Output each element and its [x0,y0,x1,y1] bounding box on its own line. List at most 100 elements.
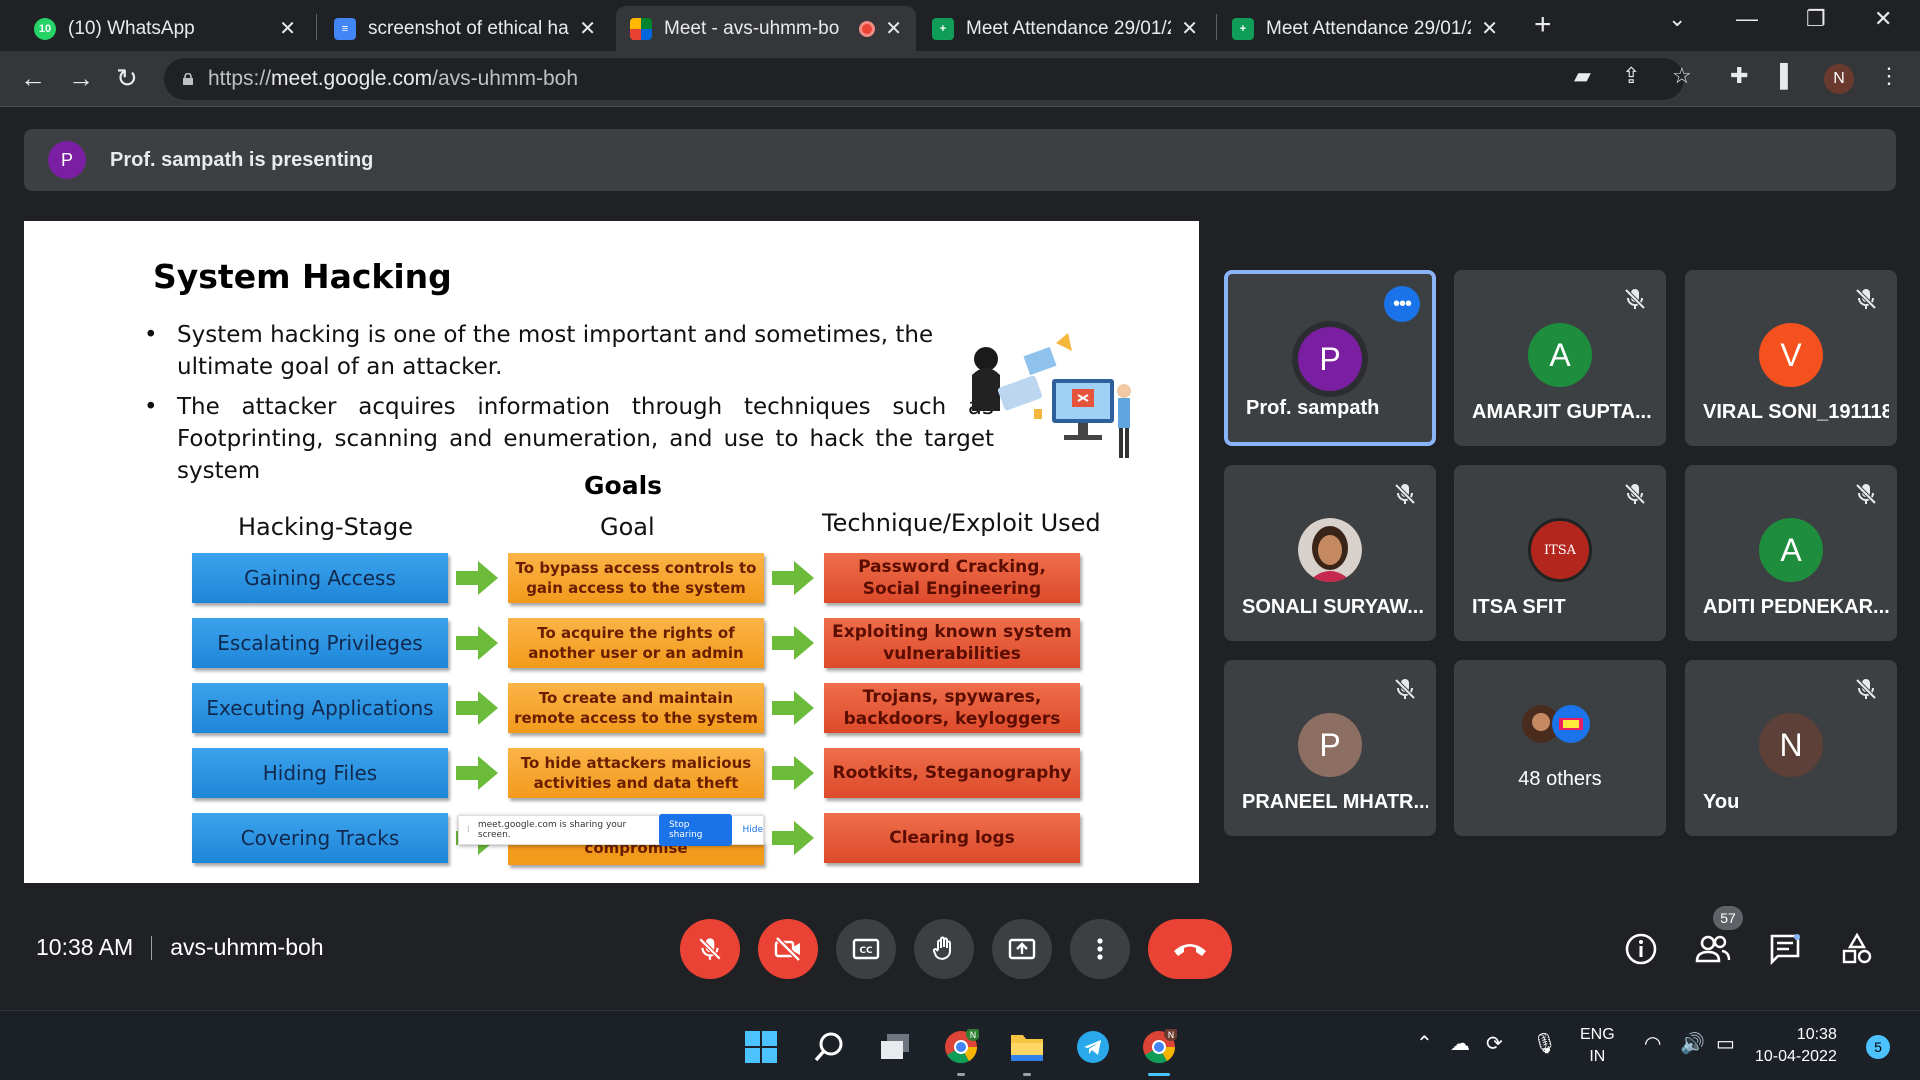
sync-icon[interactable]: ⟳ [1486,1031,1503,1056]
extensions-icon[interactable]: ✚ [1730,63,1748,89]
bookmark-star-icon[interactable]: ☆ [1672,63,1692,89]
stage-box: Gaining Access [192,553,448,603]
more-options-icon[interactable]: ••• [1384,286,1420,322]
mic-off-icon [698,937,722,961]
participant-name: ADITI PEDNEKAR... [1703,596,1889,618]
svg-text:N: N [970,1031,977,1041]
participant-name: PRANEEL MHATR... [1242,791,1428,813]
wifi-icon[interactable]: ◠ [1644,1031,1661,1056]
chrome-menu-icon[interactable]: ⋮ [1878,63,1900,89]
tab-whatsapp[interactable]: 10 (10) WhatsApp ✕ [20,6,310,51]
tab-sheets-1[interactable]: + Meet Attendance 29/01/2 ✕ [918,6,1212,51]
tab-sheets-2[interactable]: + Meet Attendance 29/01/2 ✕ [1218,6,1512,51]
close-icon[interactable]: ✕ [885,16,902,41]
participant-tile[interactable]: V VIRAL SONI_191118 [1685,270,1897,446]
share-notice-text: meet.google.com is sharing your screen. [477,820,627,840]
more-vert-icon [1097,938,1103,960]
url-bar[interactable]: https://meet.google.com/avs-uhmm-boh [164,58,1684,100]
google-meet-icon [630,17,652,40]
side-panel-icon[interactable]: ▌ [1780,63,1796,89]
camera-permission-icon[interactable]: ▰ [1574,63,1591,89]
tab-title: Meet - avs-uhmm-bo [664,17,840,39]
share-icon[interactable]: ⇪ [1622,63,1640,89]
camera-toggle-button[interactable] [758,919,818,979]
running-indicator [957,1073,965,1076]
microphone-icon[interactable]: 🎙 [1532,1031,1557,1056]
raise-hand-icon [932,936,951,960]
telegram-icon[interactable] [1074,1028,1112,1066]
closed-captions-icon: CC [852,938,880,960]
onedrive-icon[interactable]: ☁ [1450,1031,1470,1056]
info-icon [1625,933,1657,965]
captions-button[interactable]: CC [836,919,896,979]
tab-meet[interactable]: Meet - avs-uhmm-bo ✕ [616,6,916,51]
chat-icon [1770,934,1800,966]
restore-icon[interactable]: ❐ [1806,6,1826,32]
forward-icon[interactable]: → [68,63,94,94]
tab-docs[interactable]: ≡ screenshot of ethical hack ✕ [320,6,610,51]
input-language-indicator[interactable]: ENG IN [1580,1024,1615,1068]
participant-tile[interactable]: A AMARJIT GUPTA... [1454,270,1666,446]
back-icon[interactable]: ← [20,63,46,94]
reload-icon[interactable]: ↻ [116,63,138,94]
stop-sharing-button[interactable]: Stop sharing [658,814,733,846]
others-tile[interactable]: 48 others [1454,660,1666,836]
technique-box: Trojans, spywares, backdoors, keyloggers [824,683,1080,733]
chrome-profile-icon[interactable]: N [1140,1028,1178,1066]
search-icon[interactable] [810,1028,848,1066]
activities-button[interactable] [1839,931,1875,967]
notification-badge[interactable]: 5 [1866,1035,1890,1059]
mic-off-icon [1624,483,1646,505]
people-button[interactable] [1695,931,1731,967]
recording-icon [859,20,876,37]
close-icon[interactable]: ✕ [1181,16,1198,41]
hide-button[interactable]: Hide [742,825,763,835]
lock-icon [183,73,193,85]
tab-search-icon[interactable]: ⌄ [1668,6,1686,32]
drag-handle-icon[interactable]: ⁞ [467,825,470,835]
url-scheme: https:// [208,67,272,90]
self-tile[interactable]: N You [1685,660,1897,836]
divider [151,935,153,960]
present-screen-button[interactable] [992,919,1052,979]
right-arrow-icon [456,756,498,790]
battery-icon[interactable]: ▭ [1716,1031,1735,1056]
volume-icon[interactable]: 🔊 [1680,1031,1705,1056]
camera-off-icon [774,936,801,962]
system-clock[interactable]: 10:38 10-04-2022 [1755,1024,1837,1068]
close-icon[interactable]: ✕ [279,16,296,41]
column-header-stage: Hacking-Stage [238,513,413,541]
windows-start-icon[interactable] [742,1028,780,1066]
presenter-avatar: P [48,141,86,179]
chat-button[interactable] [1767,931,1803,967]
leave-call-button[interactable] [1148,919,1232,979]
microphone-toggle-button[interactable] [680,919,740,979]
chrome-icon[interactable]: N [942,1028,980,1066]
participant-name: You [1703,791,1740,813]
slide-bullet: • System hacking is one of the most impor… [144,322,934,380]
meeting-details-button[interactable] [1623,931,1659,967]
file-explorer-icon[interactable] [1008,1028,1046,1066]
new-tab-button[interactable]: + [1534,8,1552,42]
right-arrow-icon [456,691,498,725]
profile-avatar[interactable]: N [1824,64,1854,94]
participant-tile[interactable]: SONALI SURYAW... [1224,465,1436,641]
participant-tile[interactable]: ITSA ITSA SFIT [1454,465,1666,641]
close-icon[interactable]: ✕ [579,16,596,41]
raise-hand-button[interactable] [914,919,974,979]
participant-name: AMARJIT GUPTA... [1472,401,1652,423]
close-icon[interactable]: ✕ [1481,16,1498,41]
task-view-icon[interactable] [876,1028,914,1066]
participant-tile[interactable]: P PRANEEL MHATR... [1224,660,1436,836]
mic-off-icon [1394,483,1416,505]
mic-off-icon [1855,288,1877,310]
participant-avatar: A [1759,518,1823,582]
participant-tile[interactable]: P ••• Prof. sampath [1224,270,1436,446]
minimize-icon[interactable]: — [1736,6,1758,32]
more-options-button[interactable] [1070,919,1130,979]
participant-name: ITSA SFIT [1472,596,1566,618]
show-hidden-icons-icon[interactable]: ⌃ [1416,1031,1433,1056]
meeting-info: 10:38 AM avs-uhmm-boh [36,934,324,961]
participant-tile[interactable]: A ADITI PEDNEKAR... [1685,465,1897,641]
window-close-icon[interactable]: ✕ [1874,6,1892,32]
